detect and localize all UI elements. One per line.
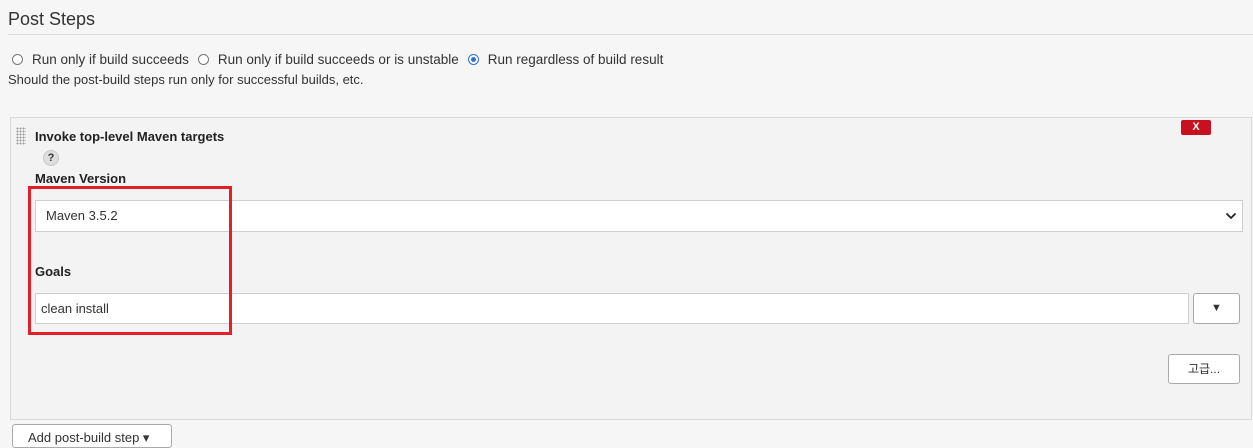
radio-label-regardless[interactable]: Run regardless of build result <box>488 52 664 67</box>
help-icon[interactable]: ? <box>43 150 59 166</box>
radio-label-build-succeeds[interactable]: Run only if build succeeds <box>32 52 189 67</box>
chevron-down-icon <box>1226 213 1236 219</box>
add-post-build-step-button[interactable]: Add post-build step ▾ <box>12 424 172 448</box>
section-description: Should the post-build steps run only for… <box>8 72 364 87</box>
radio-succeeds-or-unstable[interactable] <box>197 53 209 65</box>
step-title: Invoke top-level Maven targets <box>35 129 225 144</box>
expand-goals-button[interactable]: ▼ <box>1193 293 1240 324</box>
radio-label-succeeds-or-unstable[interactable]: Run only if build succeeds or is unstabl… <box>218 52 459 67</box>
delete-step-button[interactable]: X <box>1181 120 1211 135</box>
maven-version-label: Maven Version <box>35 171 127 186</box>
drag-handle-icon[interactable] <box>16 127 26 145</box>
radio-build-succeeds[interactable] <box>12 53 23 65</box>
section-divider <box>8 34 1253 35</box>
section-title: Post Steps <box>8 9 96 29</box>
run-options: Run only if build succeeds Run only if b… <box>12 51 672 67</box>
radio-regardless[interactable] <box>467 53 479 65</box>
annotation-highlight-box <box>28 186 232 335</box>
advanced-button[interactable]: 고급... <box>1168 354 1240 384</box>
